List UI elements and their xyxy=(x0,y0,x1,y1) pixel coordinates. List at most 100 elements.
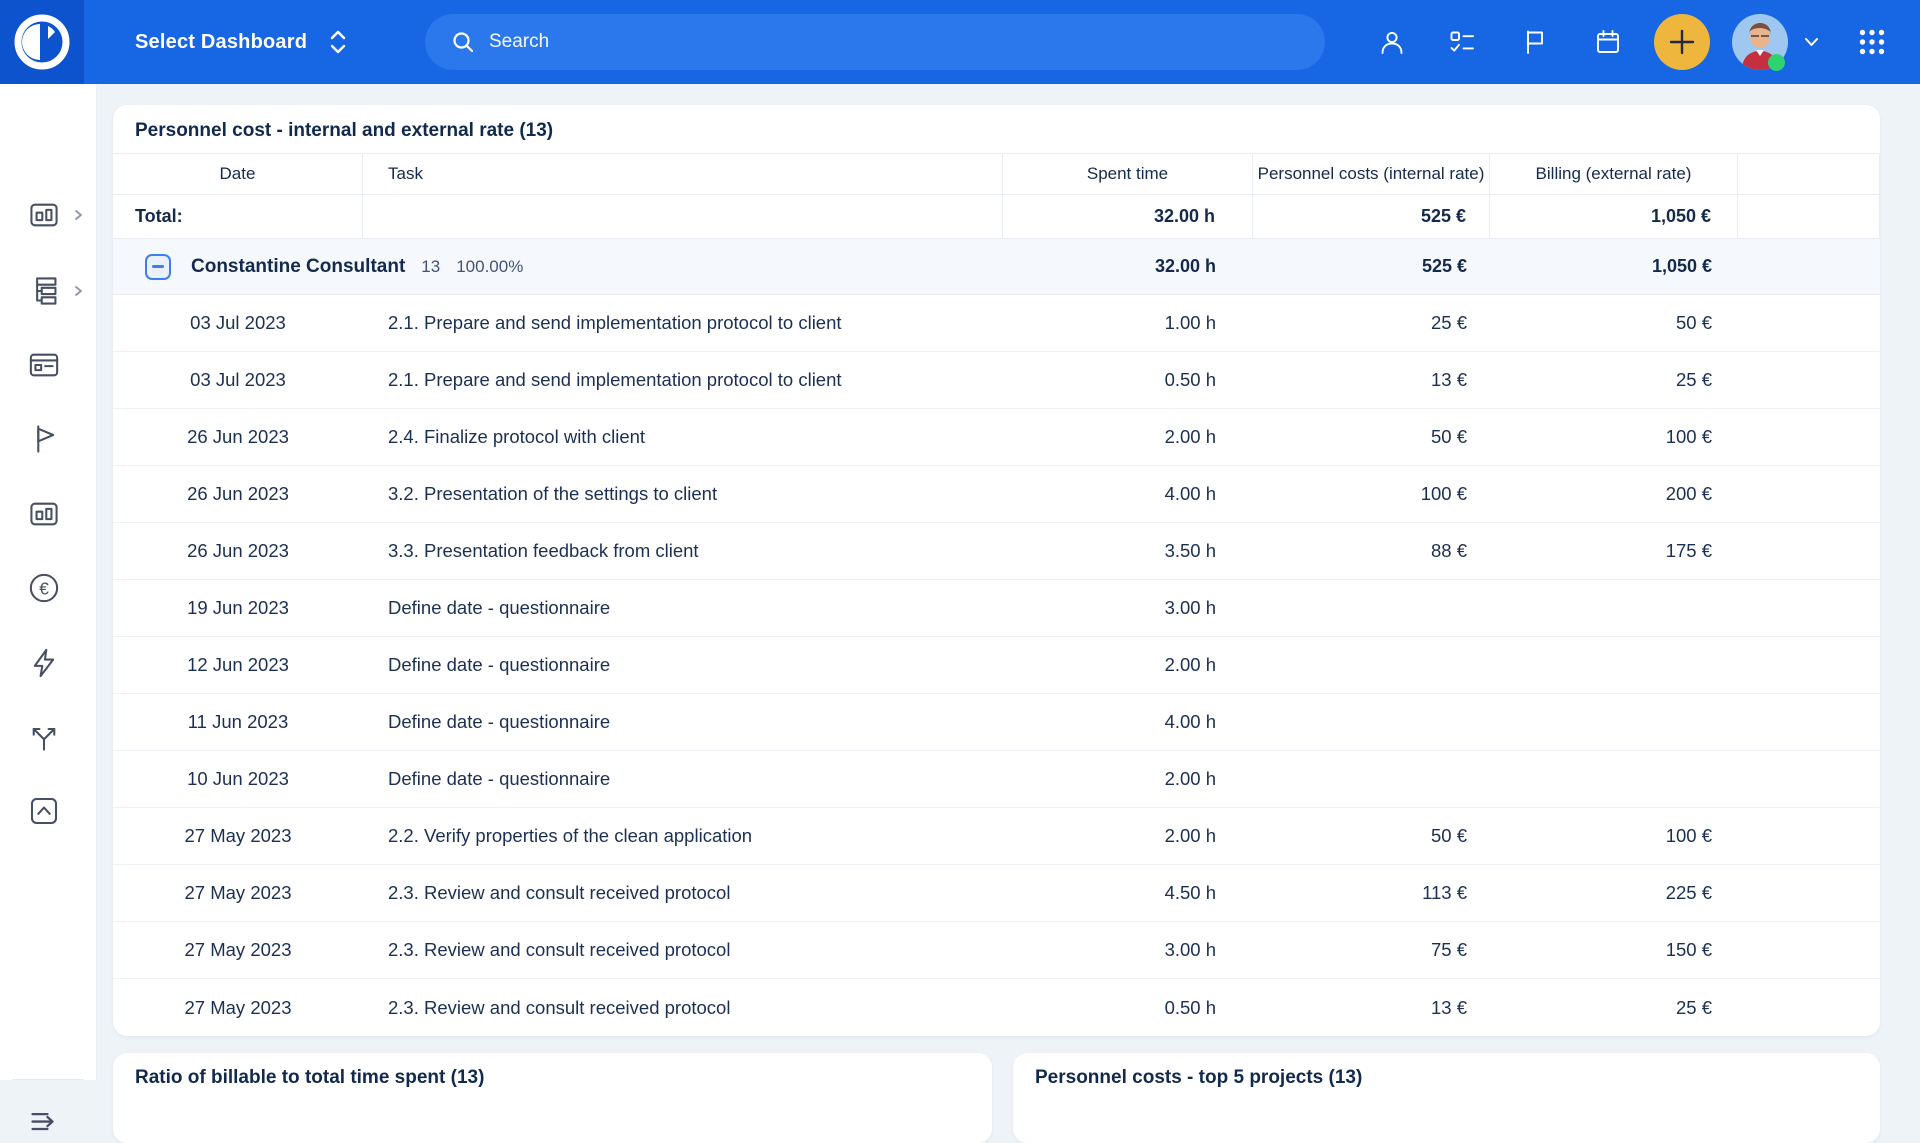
row-internal-cost: 75 € xyxy=(1253,922,1490,978)
row-billing xyxy=(1490,751,1738,807)
row-empty xyxy=(1738,922,1880,978)
column-header-billing: Billing (external rate) xyxy=(1490,154,1738,194)
row-task: 3.3. Presentation feedback from client xyxy=(363,523,1003,579)
total-label: Total: xyxy=(113,195,363,238)
group-percent: 100.00% xyxy=(456,257,523,277)
row-task: Define date - questionnaire xyxy=(363,637,1003,693)
table-row: 26 Jun 2023 3.2. Presentation of the set… xyxy=(113,466,1880,523)
split-arrows-icon[interactable] xyxy=(28,721,60,753)
lightning-icon[interactable] xyxy=(28,647,60,679)
table-header-row: Date Task Spent time Personnel costs (in… xyxy=(113,153,1880,195)
row-date: 11 Jun 2023 xyxy=(113,694,363,750)
minus-icon xyxy=(152,265,164,268)
row-billing: 25 € xyxy=(1490,979,1738,1036)
online-status-dot xyxy=(1768,54,1785,71)
table-row: 12 Jun 2023 Define date - questionnaire … xyxy=(113,637,1880,694)
unfold-chevrons-icon xyxy=(329,29,347,55)
row-task: 2.2. Verify properties of the clean appl… xyxy=(363,808,1003,864)
row-billing: 150 € xyxy=(1490,922,1738,978)
chevron-right-icon[interactable] xyxy=(72,285,84,297)
row-billing: 200 € xyxy=(1490,466,1738,522)
column-header-task: Task xyxy=(363,154,1003,194)
card-title: Personnel cost - internal and external r… xyxy=(113,105,1880,153)
chevron-right-icon[interactable] xyxy=(72,209,84,221)
group-internal-cost: 525 € xyxy=(1253,239,1490,294)
row-empty xyxy=(1738,409,1880,465)
chevron-down-icon[interactable] xyxy=(1804,37,1819,47)
search-input[interactable] xyxy=(489,31,1269,53)
svg-text:€: € xyxy=(39,578,49,598)
row-billing: 225 € xyxy=(1490,865,1738,921)
dashboard-icon[interactable] xyxy=(28,199,60,231)
search-icon xyxy=(451,30,475,54)
ratio-billable-card: Ratio of billable to total time spent (1… xyxy=(113,1053,992,1143)
pennant-flag-icon[interactable] xyxy=(28,423,60,455)
window-icon[interactable] xyxy=(28,349,60,381)
collapse-menu-icon[interactable] xyxy=(28,1105,60,1137)
personnel-cost-card: Personnel cost - internal and external r… xyxy=(113,105,1880,1036)
table-row: 27 May 2023 2.2. Verify properties of th… xyxy=(113,808,1880,865)
row-task: 2.4. Finalize protocol with client xyxy=(363,409,1003,465)
add-button[interactable] xyxy=(1654,14,1710,70)
row-internal-cost: 100 € xyxy=(1253,466,1490,522)
row-task: 2.3. Review and consult received protoco… xyxy=(363,922,1003,978)
row-spent-time: 2.00 h xyxy=(1003,637,1253,693)
total-spent-time: 32.00 h xyxy=(1003,195,1253,238)
table-rows: 03 Jul 2023 2.1. Prepare and send implem… xyxy=(113,295,1880,1036)
table-row: 03 Jul 2023 2.1. Prepare and send implem… xyxy=(113,295,1880,352)
collapse-group-button[interactable] xyxy=(145,254,171,280)
card-title: Personnel costs - top 5 projects (13) xyxy=(1013,1053,1880,1089)
row-empty xyxy=(1738,751,1880,807)
row-billing: 25 € xyxy=(1490,352,1738,408)
easy-logo-icon xyxy=(14,14,70,70)
row-spent-time: 4.50 h xyxy=(1003,865,1253,921)
card-title: Ratio of billable to total time spent (1… xyxy=(113,1053,992,1089)
sidebar: € xyxy=(0,84,97,1080)
apps-grid-icon[interactable] xyxy=(1858,28,1886,56)
row-empty xyxy=(1738,637,1880,693)
search-bar[interactable] xyxy=(425,14,1325,70)
euro-icon[interactable]: € xyxy=(28,572,60,604)
group-count: 13 xyxy=(421,257,440,277)
box-chevron-up-icon[interactable] xyxy=(28,795,60,827)
row-task: Define date - questionnaire xyxy=(363,694,1003,750)
row-spent-time: 2.00 h xyxy=(1003,409,1253,465)
row-internal-cost xyxy=(1253,580,1490,636)
group-spent-time: 32.00 h xyxy=(1003,239,1253,294)
row-empty xyxy=(1738,466,1880,522)
row-date: 03 Jul 2023 xyxy=(113,352,363,408)
row-internal-cost: 50 € xyxy=(1253,409,1490,465)
column-header-date: Date xyxy=(113,154,363,194)
row-billing xyxy=(1490,637,1738,693)
row-date: 26 Jun 2023 xyxy=(113,466,363,522)
flag-icon[interactable] xyxy=(1522,29,1548,55)
row-date: 26 Jun 2023 xyxy=(113,523,363,579)
row-billing: 50 € xyxy=(1490,295,1738,351)
row-empty xyxy=(1738,979,1880,1036)
row-billing xyxy=(1490,694,1738,750)
row-date: 27 May 2023 xyxy=(113,922,363,978)
row-spent-time: 3.00 h xyxy=(1003,580,1253,636)
row-task: 2.3. Review and consult received protoco… xyxy=(363,865,1003,921)
plus-icon xyxy=(1667,27,1697,57)
row-date: 12 Jun 2023 xyxy=(113,637,363,693)
row-date: 27 May 2023 xyxy=(113,979,363,1036)
row-date: 26 Jun 2023 xyxy=(113,409,363,465)
row-empty xyxy=(1738,352,1880,408)
dashboard-selector[interactable]: Select Dashboard xyxy=(135,0,347,84)
row-task: 3.2. Presentation of the settings to cli… xyxy=(363,466,1003,522)
calendar-icon[interactable] xyxy=(1595,29,1621,55)
tasks-icon[interactable] xyxy=(1449,29,1475,55)
table-row: 11 Jun 2023 Define date - questionnaire … xyxy=(113,694,1880,751)
row-date: 27 May 2023 xyxy=(113,865,363,921)
row-spent-time: 4.00 h xyxy=(1003,694,1253,750)
row-spent-time: 2.00 h xyxy=(1003,808,1253,864)
table-row: 03 Jul 2023 2.1. Prepare and send implem… xyxy=(113,352,1880,409)
row-spent-time: 0.50 h xyxy=(1003,979,1253,1036)
dashboard-icon[interactable] xyxy=(28,498,60,530)
row-empty xyxy=(1738,295,1880,351)
row-task: 2.1. Prepare and send implementation pro… xyxy=(363,295,1003,351)
tree-icon[interactable] xyxy=(28,275,60,307)
app-logo[interactable] xyxy=(0,0,84,84)
user-icon[interactable] xyxy=(1379,29,1405,55)
